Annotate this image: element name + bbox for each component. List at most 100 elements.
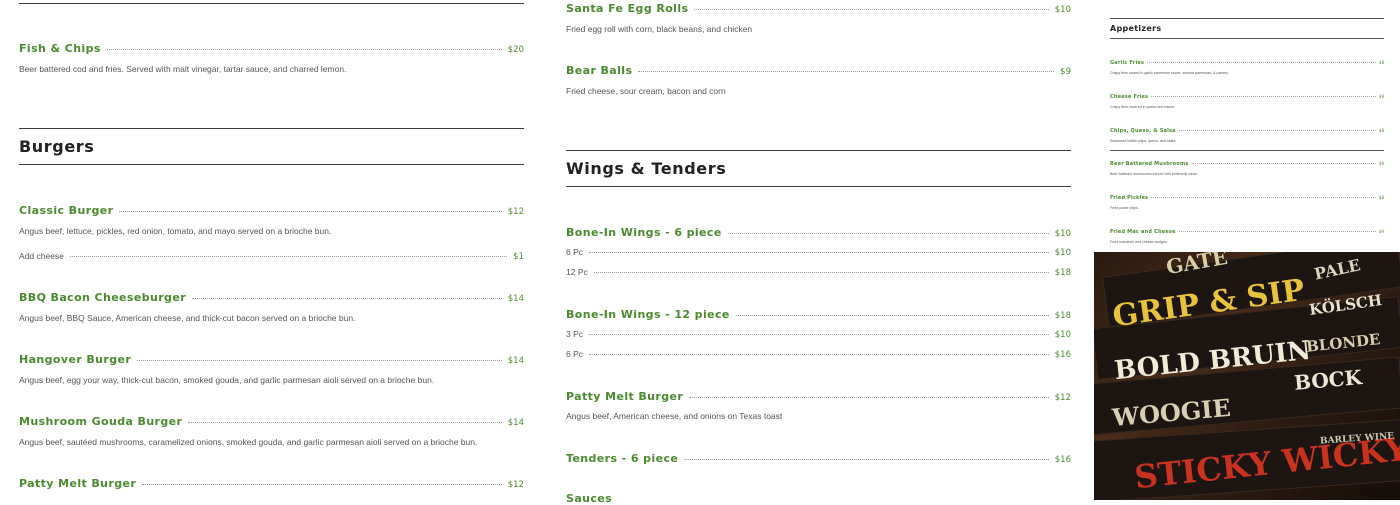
item-name: Fried Mac and Cheese	[1110, 229, 1176, 235]
menu-option: 12 Pc $18	[566, 267, 1071, 278]
item-price: $18	[1054, 311, 1071, 321]
item-price: $10	[1054, 5, 1071, 15]
leader-dots	[593, 272, 1049, 273]
item-price: $14	[507, 294, 524, 304]
item-description: Angus beef, lettuce, pickles, red onion,…	[19, 226, 332, 236]
item-name: Classic Burger	[19, 204, 114, 217]
leader-dots	[684, 459, 1049, 460]
item-name: Fried Pickles	[1110, 195, 1149, 201]
menu-item-fish-chips: Fish & Chips $20	[19, 42, 524, 55]
section-title-appetizers: Appetizers	[1110, 24, 1162, 33]
menu-item-wings-12-piece: Bone-In Wings - 12 piece $18	[566, 308, 1071, 321]
menu-item: Chips, Queso, & Salsa $8	[1110, 128, 1384, 134]
option-name: 12 Pc	[566, 267, 588, 277]
divider	[19, 128, 524, 129]
section-title-burgers: Burgers	[19, 137, 95, 156]
item-name: Garlic Fries	[1110, 60, 1145, 66]
menu-item-bbq-bacon-cheeseburger: BBQ Bacon Cheeseburger $14	[19, 291, 524, 304]
item-price: $20	[507, 45, 524, 55]
menu-item-tenders-6-piece: Tenders - 6 piece $16	[566, 452, 1071, 465]
leader-dots	[69, 256, 508, 257]
option-name: 6 Pc	[566, 247, 584, 257]
item-name: Patty Melt Burger	[19, 477, 137, 490]
leader-dots	[589, 354, 1049, 355]
menu-item: Fried Pickles $8	[1110, 195, 1384, 201]
leader-dots	[689, 397, 1049, 398]
leader-dots	[1178, 231, 1376, 232]
divider	[566, 150, 1071, 151]
item-price: $9	[1060, 67, 1071, 77]
menu-item-patty-melt-burger: Patty Melt Burger $12	[566, 390, 1071, 403]
menu-option: 6 Pc $16	[566, 349, 1071, 360]
divider	[19, 3, 524, 4]
item-name: Bone-In Wings - 6 piece	[566, 226, 722, 239]
divider	[566, 186, 1071, 187]
leader-dots	[1191, 163, 1376, 164]
item-price: $9	[1378, 94, 1384, 99]
item-description: Angus beef, sautéed mushrooms, carameliz…	[19, 437, 478, 447]
divider	[1110, 18, 1384, 19]
section-title-wings-tenders: Wings & Tenders	[566, 159, 727, 178]
menu-item: Garlic Fries $8	[1110, 60, 1384, 66]
item-name: Bear Balls	[566, 64, 633, 77]
leader-dots	[119, 211, 502, 212]
option-price: $16	[1054, 350, 1071, 360]
menu-item-mushroom-gouda-burger: Mushroom Gouda Burger $14	[19, 415, 524, 428]
divider	[1110, 38, 1384, 39]
option-name: 6 Pc	[566, 349, 584, 359]
item-name: Hangover Burger	[19, 353, 132, 366]
leader-dots	[1178, 130, 1376, 131]
item-description: Fried egg roll with corn, black beans, a…	[566, 24, 753, 34]
option-price: $10	[1054, 248, 1071, 258]
leader-dots	[638, 71, 1055, 72]
leader-dots	[694, 9, 1049, 10]
leader-dots	[142, 484, 502, 485]
item-description: Crispy fries tossed in garlic parmesan s…	[1110, 71, 1229, 75]
option-name: Add cheese	[19, 251, 64, 261]
section-title-sauces: Sauces	[566, 492, 613, 505]
menu-item-hangover-burger: Hangover Burger $14	[19, 353, 524, 366]
item-price: $14	[507, 356, 524, 366]
menu-item-bear-balls: Bear Balls $9	[566, 64, 1071, 77]
item-description: Fried pickle chips.	[1110, 206, 1139, 210]
item-name: Beer Battered Mushrooms	[1110, 161, 1189, 167]
item-name: Fish & Chips	[19, 42, 101, 55]
item-price: $9	[1378, 229, 1384, 234]
item-description: Beer battered mushrooms served with butt…	[1110, 172, 1199, 176]
menu-item-classic-burger: Classic Burger $12	[19, 204, 524, 217]
leader-dots	[192, 298, 502, 299]
item-name: Cheese Fries	[1110, 94, 1149, 100]
menu-item-wings-6-piece: Bone-In Wings - 6 piece $10	[566, 226, 1071, 239]
leader-dots	[727, 233, 1049, 234]
menu-item-santa-fe-egg-rolls: Santa Fe Egg Rolls $10	[566, 2, 1071, 15]
item-price: $8	[1378, 60, 1384, 65]
item-price: $12	[507, 207, 524, 217]
item-description: Beer battered cod and fries. Served with…	[19, 64, 347, 74]
leader-dots	[1151, 197, 1376, 198]
item-price: $10	[1054, 229, 1071, 239]
item-price: $16	[1054, 455, 1071, 465]
option-price: $18	[1054, 268, 1071, 278]
item-description: Angus beef, American cheese, and onions …	[566, 411, 783, 421]
leader-dots	[1151, 96, 1376, 97]
menu-item: Cheese Fries $9	[1110, 94, 1384, 100]
leader-dots	[1147, 62, 1376, 63]
item-name: Bone-In Wings - 12 piece	[566, 308, 730, 321]
menu-item: Fried Mac and Cheese $9	[1110, 229, 1384, 235]
menu-item-patty-melt-burger: Patty Melt Burger $12	[19, 477, 524, 490]
leader-dots	[188, 422, 502, 423]
item-price: $8	[1378, 128, 1384, 133]
item-name: Tenders - 6 piece	[566, 452, 679, 465]
option-name: 3 Pc	[566, 329, 584, 339]
divider	[19, 164, 524, 165]
item-name: BBQ Bacon Cheeseburger	[19, 291, 187, 304]
leader-dots	[137, 360, 502, 361]
menu-item: Beer Battered Mushrooms $9	[1110, 161, 1384, 167]
item-price: $8	[1378, 195, 1384, 200]
item-description: Angus beef, egg your way, thick-cut baco…	[19, 375, 435, 385]
item-description: Fried cheese, sour cream, bacon and corn	[566, 86, 726, 96]
item-price: $14	[507, 418, 524, 428]
item-price: $12	[1054, 393, 1071, 403]
leader-dots	[589, 252, 1049, 253]
item-description: Angus beef, BBQ Sauce, American cheese, …	[19, 313, 356, 323]
